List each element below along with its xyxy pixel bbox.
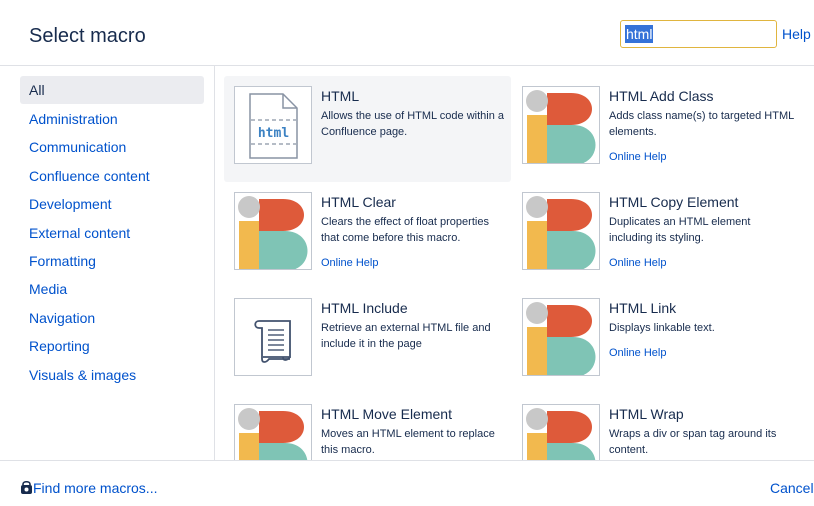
find-more-label: Find more macros... — [33, 480, 158, 496]
find-more-macros-link[interactable]: Find more macros... — [20, 480, 157, 496]
ib-logo-icon — [234, 404, 312, 460]
category-confluence-content[interactable]: Confluence content — [20, 162, 204, 190]
select-macro-dialog: Select macro html Help All Administratio… — [0, 0, 814, 506]
macro-title: HTML Wrap — [609, 406, 684, 422]
html-file-icon: html — [234, 86, 312, 164]
macro-title: HTML Add Class — [609, 88, 714, 104]
ib-logo-icon — [522, 86, 600, 164]
html-thumb-text: html — [258, 126, 289, 141]
dialog-header: Select macro html Help — [0, 0, 814, 66]
macro-description: Moves an HTML element to replace this ma… — [321, 428, 495, 456]
macro-description: Allows the use of HTML code within a Con… — [321, 110, 505, 138]
macro-html-clear[interactable]: HTML Clear Clears the effect of float pr… — [224, 182, 511, 288]
online-help-link[interactable]: Online Help — [609, 151, 666, 163]
macro-title: HTML Copy Element — [609, 194, 739, 210]
macro-html-copy-element[interactable]: HTML Copy Element Duplicates an HTML ele… — [512, 182, 799, 288]
macro-html-add-class[interactable]: HTML Add Class Adds class name(s) to tar… — [512, 76, 799, 182]
macro-html-include[interactable]: HTML Include Retrieve an external HTML f… — [224, 288, 511, 394]
macro-search-input[interactable] — [620, 20, 777, 48]
ib-logo-icon — [234, 192, 312, 270]
macro-title: HTML Move Element — [321, 406, 452, 422]
macro-description: Retrieve an external HTML file and inclu… — [321, 322, 491, 350]
macro-html-wrap[interactable]: HTML Wrap Wraps a div or span tag around… — [512, 394, 799, 460]
category-administration[interactable]: Administration — [20, 105, 204, 133]
macro-description: Clears the effect of float properties th… — [321, 216, 489, 244]
scroll-icon — [234, 298, 312, 376]
macro-title: HTML Link — [609, 300, 677, 316]
category-visuals-images[interactable]: Visuals & images — [20, 361, 204, 389]
category-media[interactable]: Media — [20, 275, 204, 303]
ib-logo-icon — [522, 404, 600, 460]
macro-title: HTML Clear — [321, 194, 396, 210]
online-help-link[interactable]: Online Help — [609, 257, 666, 269]
online-help-link[interactable]: Online Help — [609, 347, 666, 359]
ib-logo-icon — [522, 192, 600, 270]
macro-title: HTML Include — [321, 300, 408, 316]
help-link[interactable]: Help — [782, 26, 811, 42]
dialog-footer: Find more macros... Cancel — [0, 460, 814, 506]
dialog-title: Select macro — [29, 25, 146, 47]
macro-title: HTML — [321, 88, 360, 104]
category-sidebar: All Administration Communication Conflue… — [0, 66, 215, 460]
marketplace-bag-icon — [21, 480, 32, 494]
category-external-content[interactable]: External content — [20, 219, 204, 247]
category-development[interactable]: Development — [20, 190, 204, 218]
cancel-button[interactable]: Cancel — [770, 480, 814, 496]
macro-list: html HTML Allows the use of HTML code wi… — [216, 66, 814, 460]
macro-description: Wraps a div or span tag around its conte… — [609, 428, 777, 456]
category-communication[interactable]: Communication — [20, 133, 204, 161]
macro-description: Duplicates an HTML element including its… — [609, 216, 751, 244]
category-reporting[interactable]: Reporting — [20, 332, 204, 360]
macro-description: Adds class name(s) to targeted HTML elem… — [609, 110, 794, 138]
category-navigation[interactable]: Navigation — [20, 304, 204, 332]
macro-html-link[interactable]: HTML Link Displays linkable text. Online… — [512, 288, 799, 394]
macro-html-move-element[interactable]: HTML Move Element Moves an HTML element … — [224, 394, 511, 460]
category-formatting[interactable]: Formatting — [20, 247, 204, 275]
macro-description: Displays linkable text. — [609, 322, 715, 334]
macro-html[interactable]: html HTML Allows the use of HTML code wi… — [224, 76, 511, 182]
category-all[interactable]: All — [20, 76, 204, 104]
ib-logo-icon — [522, 298, 600, 376]
online-help-link[interactable]: Online Help — [321, 257, 378, 269]
